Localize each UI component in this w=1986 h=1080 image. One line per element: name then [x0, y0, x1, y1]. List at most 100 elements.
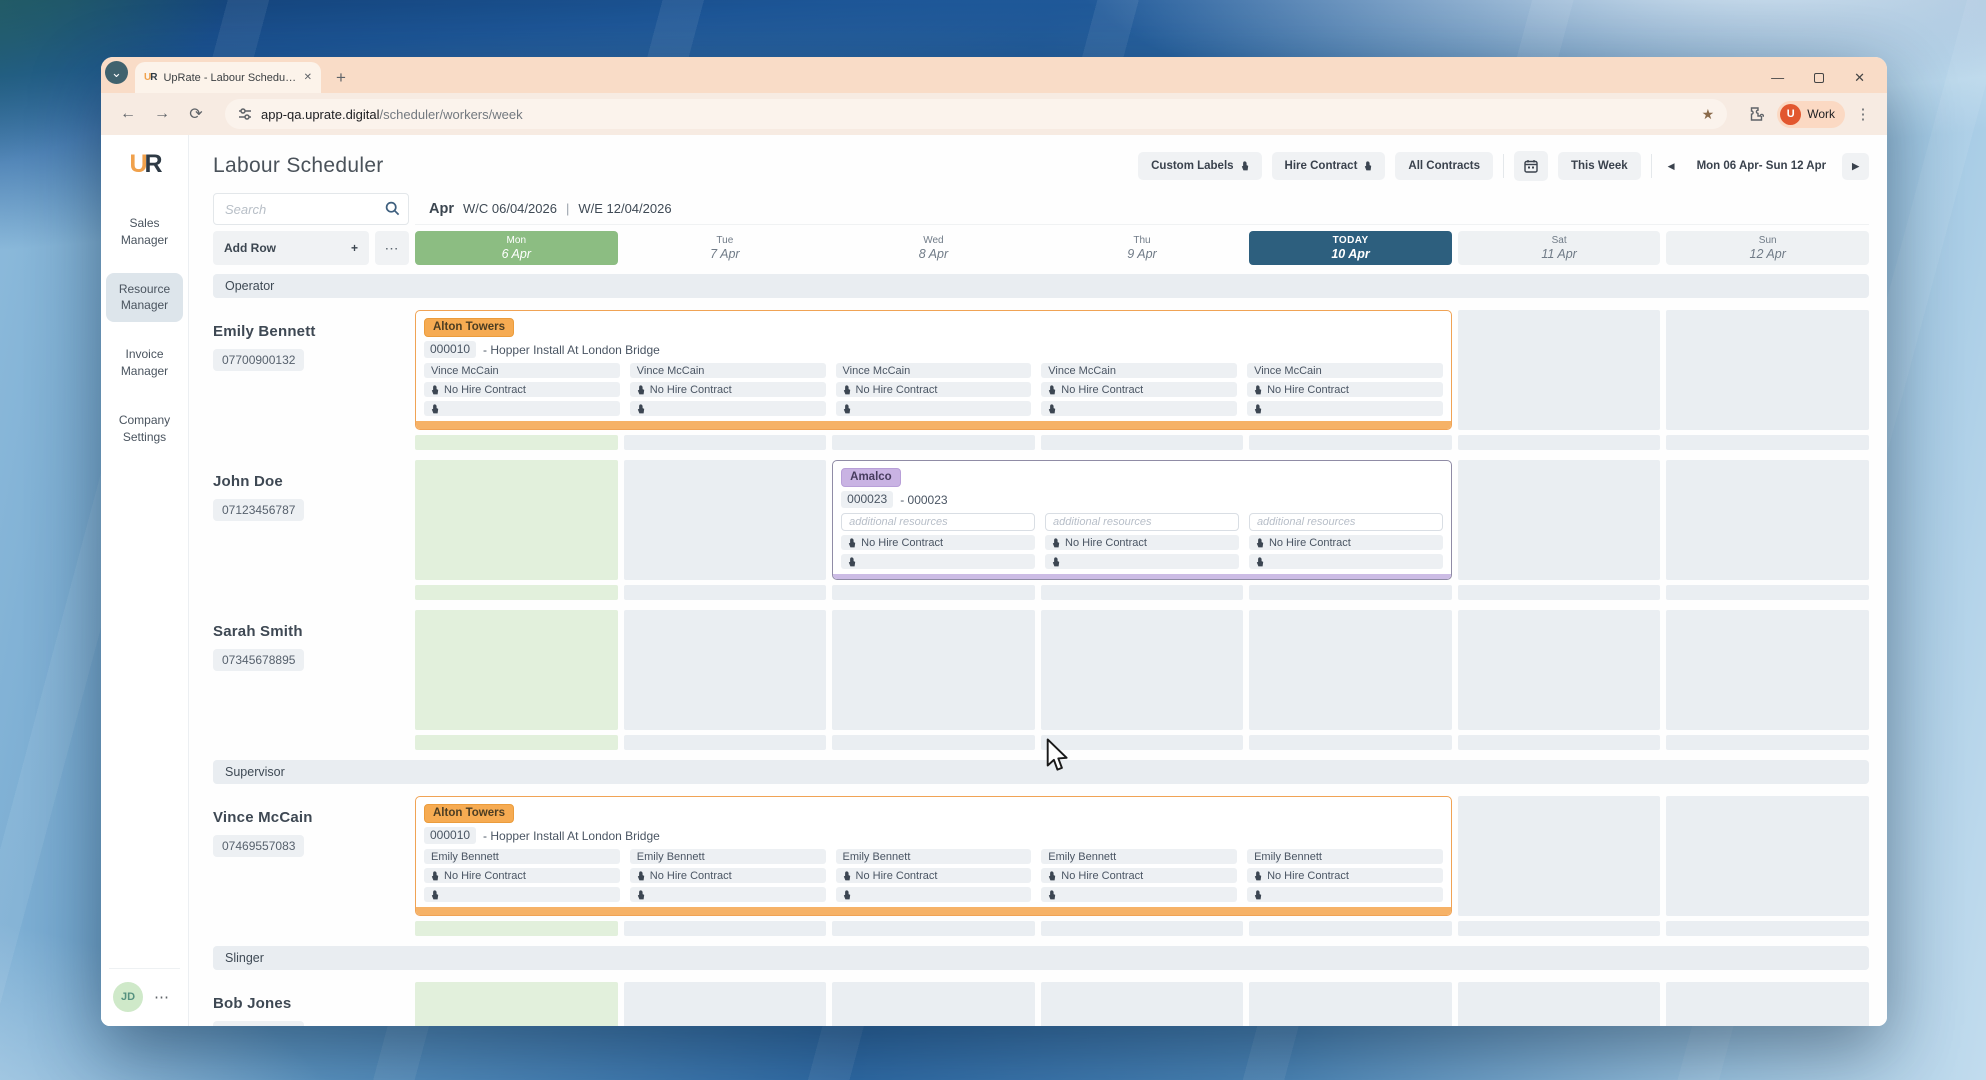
hire-contract-chip[interactable]: No Hire Contract	[836, 382, 1032, 397]
close-button[interactable]: ✕	[1854, 70, 1865, 86]
resource-chip[interactable]: Emily Bennett	[836, 849, 1032, 864]
resource-chip[interactable]: Emily Bennett	[424, 849, 620, 864]
schedule-strip[interactable]	[1041, 435, 1244, 450]
note-chip[interactable]	[424, 401, 620, 416]
additional-resources-input[interactable]	[1045, 513, 1239, 531]
resource-chip[interactable]: Emily Bennett	[630, 849, 826, 864]
schedule-cell[interactable]	[1666, 310, 1869, 430]
schedule-strip[interactable]	[1666, 585, 1869, 600]
client-badge[interactable]: Alton Towers	[424, 318, 514, 337]
schedule-cell[interactable]	[832, 610, 1035, 730]
browser-profile-chip[interactable]: U Work	[1777, 101, 1845, 128]
schedule-cell[interactable]	[1249, 982, 1452, 1026]
sidebar-item-invoice-manager[interactable]: Invoice Manager	[106, 338, 183, 388]
schedule-strip[interactable]	[1249, 435, 1452, 450]
this-week-button[interactable]: This Week	[1558, 152, 1641, 180]
schedule-cell[interactable]	[1458, 796, 1661, 916]
bookmark-star-icon[interactable]: ★	[1702, 106, 1715, 123]
hire-contract-chip[interactable]: No Hire Contract	[1041, 868, 1237, 883]
schedule-strip[interactable]	[1249, 921, 1452, 936]
schedule-strip[interactable]	[624, 585, 827, 600]
schedule-cell[interactable]	[1041, 610, 1244, 730]
new-tab-button[interactable]: +	[329, 66, 353, 90]
hire-contract-chip[interactable]: No Hire Contract	[836, 868, 1032, 883]
previous-week-icon[interactable]: ◀	[1662, 153, 1681, 180]
schedule-strip[interactable]	[1249, 585, 1452, 600]
hire-contract-chip[interactable]: No Hire Contract	[841, 535, 1035, 550]
day-header-sat[interactable]: Sat11 Apr	[1458, 231, 1661, 265]
tab-search-chevron-icon[interactable]: ⌄	[105, 61, 128, 84]
schedule-cell[interactable]	[1666, 982, 1869, 1026]
minimize-button[interactable]: —	[1771, 70, 1784, 85]
note-chip[interactable]	[1247, 401, 1443, 416]
job-card-amalco[interactable]: Amalco 000023- 000023 No Hire Contract N…	[832, 460, 1452, 580]
note-chip[interactable]	[630, 401, 826, 416]
client-badge[interactable]: Alton Towers	[424, 804, 514, 823]
schedule-cell[interactable]	[624, 610, 827, 730]
day-header-tue[interactable]: Tue7 Apr	[624, 231, 827, 265]
back-icon[interactable]: ←	[115, 101, 141, 127]
resource-chip[interactable]: Vince McCain	[1247, 363, 1443, 378]
schedule-cell[interactable]	[415, 982, 618, 1026]
tab-close-icon[interactable]: ✕	[304, 72, 312, 83]
custom-labels-button[interactable]: Custom Labels	[1138, 152, 1261, 180]
resource-chip[interactable]: Emily Bennett	[1041, 849, 1237, 864]
hire-contract-chip[interactable]: No Hire Contract	[630, 382, 826, 397]
forward-icon[interactable]: →	[149, 101, 175, 127]
search-input[interactable]	[213, 193, 409, 225]
day-header-thu[interactable]: Thu9 Apr	[1041, 231, 1244, 265]
schedule-cell[interactable]	[1458, 610, 1661, 730]
job-card-alton-towers[interactable]: Alton Towers 000010- Hopper Install At L…	[415, 796, 1452, 916]
url-text[interactable]: app-qa.uprate.digital/scheduler/workers/…	[261, 107, 523, 122]
note-chip[interactable]	[836, 887, 1032, 902]
day-header-today[interactable]: TODAY10 Apr	[1249, 231, 1452, 265]
schedule-cell[interactable]	[1041, 982, 1244, 1026]
schedule-strip[interactable]	[415, 735, 618, 750]
schedule-cell[interactable]	[1666, 610, 1869, 730]
url-bar[interactable]: app-qa.uprate.digital/scheduler/workers/…	[225, 99, 1727, 129]
sidebar-more-icon[interactable]: ⋯	[154, 988, 170, 1006]
schedule-strip[interactable]	[1666, 435, 1869, 450]
all-contracts-button[interactable]: All Contracts	[1395, 152, 1493, 180]
note-chip[interactable]	[841, 554, 1035, 569]
schedule-cell[interactable]	[624, 460, 827, 580]
note-chip[interactable]	[1045, 554, 1239, 569]
schedule-strip[interactable]	[832, 585, 1035, 600]
note-chip[interactable]	[1041, 401, 1237, 416]
client-badge[interactable]: Amalco	[841, 468, 901, 487]
schedule-strip[interactable]	[415, 585, 618, 600]
day-header-mon[interactable]: Mon6 Apr	[415, 231, 618, 265]
resource-chip[interactable]: Emily Bennett	[1247, 849, 1443, 864]
day-header-sun[interactable]: Sun12 Apr	[1666, 231, 1869, 265]
note-chip[interactable]	[1249, 554, 1443, 569]
schedule-cell[interactable]	[415, 460, 618, 580]
maximize-button[interactable]	[1814, 73, 1824, 83]
note-chip[interactable]	[630, 887, 826, 902]
extensions-icon[interactable]	[1743, 106, 1769, 122]
resource-chip[interactable]: Vince McCain	[1041, 363, 1237, 378]
hire-contract-chip[interactable]: No Hire Contract	[1247, 868, 1443, 883]
schedule-strip[interactable]	[1249, 735, 1452, 750]
schedule-strip[interactable]	[1041, 921, 1244, 936]
sidebar-item-resource-manager[interactable]: Resource Manager	[106, 273, 183, 323]
site-settings-icon[interactable]	[238, 107, 252, 121]
additional-resources-input[interactable]	[1249, 513, 1443, 531]
additional-resources-input[interactable]	[841, 513, 1035, 531]
schedule-cell[interactable]	[1666, 460, 1869, 580]
note-chip[interactable]	[424, 887, 620, 902]
schedule-strip[interactable]	[415, 921, 618, 936]
schedule-cell[interactable]	[1458, 982, 1661, 1026]
schedule-strip[interactable]	[624, 435, 827, 450]
schedule-cell[interactable]	[624, 982, 827, 1026]
schedule-cell[interactable]	[1458, 310, 1661, 430]
add-row-button[interactable]: Add Row +	[213, 231, 369, 265]
schedule-cell[interactable]	[1666, 796, 1869, 916]
schedule-cell[interactable]	[415, 610, 618, 730]
schedule-strip[interactable]	[624, 921, 827, 936]
sidebar-item-company-settings[interactable]: Company Settings	[106, 404, 183, 454]
sidebar-item-sales-manager[interactable]: Sales Manager	[106, 207, 183, 257]
schedule-strip[interactable]	[832, 435, 1035, 450]
hire-contract-chip[interactable]: No Hire Contract	[424, 868, 620, 883]
schedule-cell[interactable]	[832, 982, 1035, 1026]
search-icon[interactable]	[385, 201, 400, 216]
